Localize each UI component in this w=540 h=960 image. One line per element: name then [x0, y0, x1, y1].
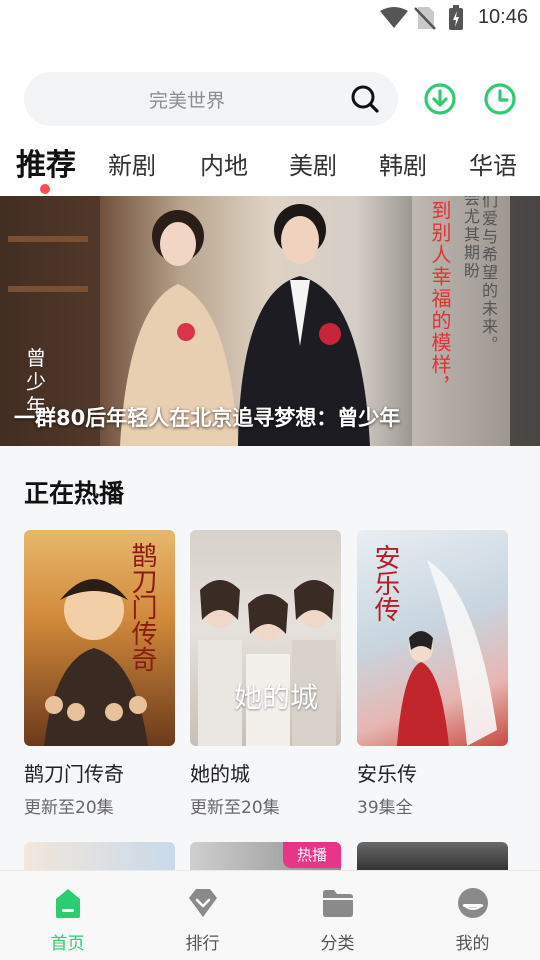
show-name: 鹊刀门传奇 — [24, 762, 124, 786]
bottom-nav: 首页 排行 分类 我的 — [0, 870, 540, 960]
active-tab-indicator — [40, 184, 50, 194]
show-episodes: 更新至20集 — [24, 798, 114, 818]
show-name: 她的城 — [190, 762, 250, 786]
nav-label: 我的 — [455, 934, 490, 954]
nav-label: 首页 — [50, 934, 85, 954]
section-title: 正在热播 — [24, 479, 125, 508]
show-poster: 她的城 — [190, 530, 341, 746]
show-card[interactable]: 她的城 她的城 更新至20集 — [190, 530, 341, 818]
show-episodes: 更新至20集 — [190, 798, 280, 818]
status-time: 10:46 — [477, 6, 528, 28]
ranking-icon — [188, 889, 217, 917]
nav-profile[interactable]: 我的 — [405, 871, 540, 960]
tab-chinese[interactable]: 华语 — [469, 146, 517, 181]
download-icon[interactable] — [423, 82, 457, 116]
battery-icon — [449, 5, 463, 30]
tab-us[interactable]: 美剧 — [289, 146, 337, 181]
wifi-icon — [380, 7, 408, 28]
search-icon[interactable] — [350, 84, 380, 114]
home-icon — [55, 889, 80, 918]
no-sim-icon — [414, 7, 436, 30]
profile-icon — [457, 888, 488, 918]
show-episodes: 39集全 — [357, 798, 413, 818]
search-input[interactable]: 完美世界 — [24, 72, 398, 126]
show-card-partial[interactable]: 热播 — [190, 842, 341, 870]
poster-title-text: 她的城 — [234, 681, 319, 714]
banner-overlay-text-3: 会尤其期盼 — [461, 196, 480, 280]
search-placeholder: 完美世界 — [148, 90, 225, 112]
nav-home[interactable]: 首页 — [0, 871, 135, 960]
banner-overlay-text-1: 到别人幸福的模样， — [428, 200, 452, 398]
show-poster: 鹊刀门传奇 — [24, 530, 175, 746]
show-card-partial[interactable] — [357, 842, 508, 870]
nav-category[interactable]: 分类 — [270, 871, 405, 960]
tab-mainland[interactable]: 内地 — [200, 146, 248, 181]
nav-label: 排行 — [185, 934, 220, 954]
poster-title-text: 安乐传 — [370, 544, 400, 622]
show-poster: 安乐传 — [357, 530, 508, 746]
nav-ranking[interactable]: 排行 — [135, 871, 270, 960]
tab-korean[interactable]: 韩剧 — [379, 146, 427, 181]
category-tabs: 推荐 新剧 内地 美剧 韩剧 华语 — [0, 136, 540, 196]
hero-banner[interactable]: 到别人幸福的模样， 们爱与希望的未来。 会尤其期盼 曾少年 一群80后年轻人在北… — [0, 196, 540, 446]
show-card-partial[interactable] — [24, 842, 175, 870]
history-clock-icon[interactable] — [483, 82, 517, 116]
show-card[interactable]: 鹊刀门传奇 鹊刀门传奇 更新至20集 — [24, 530, 175, 818]
banner-caption: 一群80后年轻人在北京追寻梦想：曾少年 — [14, 406, 401, 430]
status-bar: 10:46 — [0, 0, 540, 36]
search-row: 完美世界 — [0, 72, 540, 126]
category-folder-icon — [322, 890, 353, 917]
poster-title-text: 鹊刀门传奇 — [127, 542, 157, 672]
hot-badge: 热播 — [283, 842, 341, 868]
nav-label: 分类 — [320, 934, 355, 954]
show-name: 安乐传 — [357, 762, 417, 786]
show-card[interactable]: 安乐传 安乐传 39集全 — [357, 530, 508, 818]
tab-recommend[interactable]: 推荐 — [16, 140, 76, 184]
tab-new[interactable]: 新剧 — [108, 146, 156, 181]
